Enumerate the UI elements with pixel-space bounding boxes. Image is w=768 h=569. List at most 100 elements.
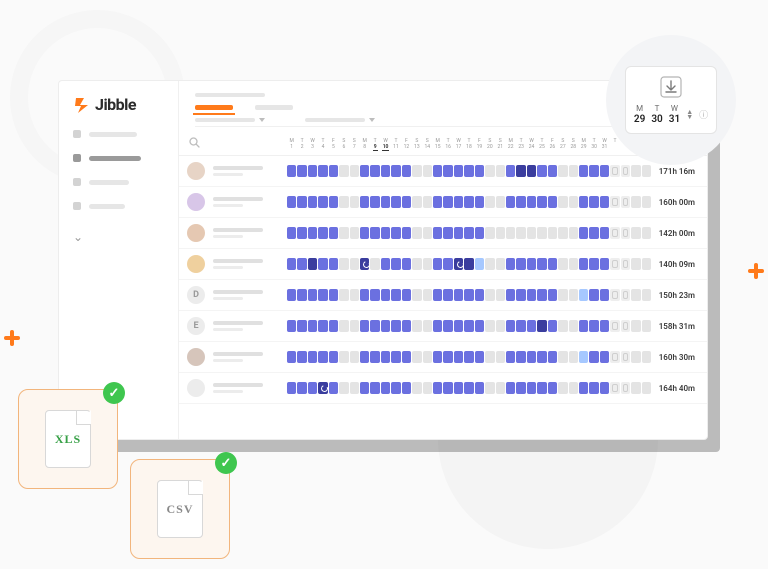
day-cell[interactable] bbox=[370, 382, 379, 394]
day-cell[interactable] bbox=[516, 320, 525, 332]
day-cell[interactable] bbox=[475, 196, 484, 208]
day-cell[interactable] bbox=[391, 258, 400, 270]
day-cell[interactable] bbox=[287, 165, 296, 177]
day-cell[interactable] bbox=[548, 351, 557, 363]
day-cell[interactable] bbox=[589, 258, 598, 270]
search-icon[interactable] bbox=[179, 137, 200, 151]
day-cell[interactable] bbox=[308, 320, 317, 332]
day-cell[interactable] bbox=[297, 351, 306, 363]
timesheet-row[interactable]: 160h 00m bbox=[179, 187, 707, 218]
day-cell[interactable] bbox=[412, 320, 421, 332]
day-cell[interactable] bbox=[475, 258, 484, 270]
day-cell[interactable] bbox=[297, 196, 306, 208]
avatar[interactable] bbox=[187, 224, 205, 242]
avatar[interactable]: D bbox=[187, 286, 205, 304]
day-cell[interactable] bbox=[621, 351, 630, 363]
day-cell[interactable] bbox=[329, 382, 338, 394]
day-cell[interactable] bbox=[569, 165, 578, 177]
day-cell[interactable] bbox=[631, 258, 640, 270]
day-cell[interactable] bbox=[600, 351, 609, 363]
day-cell[interactable] bbox=[600, 165, 609, 177]
timesheet-row[interactable]: 164h 40m bbox=[179, 373, 707, 404]
day-cell[interactable] bbox=[381, 320, 390, 332]
day-cell[interactable] bbox=[370, 289, 379, 301]
day-header[interactable]: F5 bbox=[329, 139, 338, 151]
day-cell[interactable] bbox=[287, 351, 296, 363]
day-cell[interactable] bbox=[423, 227, 432, 239]
day-header[interactable]: T11 bbox=[391, 139, 400, 151]
day-cell[interactable] bbox=[579, 351, 588, 363]
day-cell[interactable] bbox=[527, 258, 536, 270]
day-cell[interactable] bbox=[412, 258, 421, 270]
day-cell[interactable] bbox=[297, 227, 306, 239]
day-cell[interactable] bbox=[402, 382, 411, 394]
day-cell[interactable] bbox=[370, 258, 379, 270]
day-cell[interactable] bbox=[569, 196, 578, 208]
day-cell[interactable] bbox=[631, 320, 640, 332]
day-cell[interactable] bbox=[339, 165, 348, 177]
day-cell[interactable] bbox=[579, 289, 588, 301]
day-cell[interactable] bbox=[454, 289, 463, 301]
day-cell[interactable] bbox=[496, 289, 505, 301]
day-cell[interactable] bbox=[297, 320, 306, 332]
day-cell[interactable] bbox=[454, 165, 463, 177]
day-cell[interactable] bbox=[631, 165, 640, 177]
day-cell[interactable] bbox=[475, 289, 484, 301]
day-cell[interactable] bbox=[527, 196, 536, 208]
day-cell[interactable] bbox=[475, 165, 484, 177]
day-cell[interactable] bbox=[360, 382, 369, 394]
day-cell[interactable] bbox=[496, 227, 505, 239]
day-header[interactable]: F26 bbox=[548, 139, 557, 151]
sort-icon[interactable]: ▲▼ bbox=[686, 108, 693, 121]
tab-2[interactable] bbox=[255, 105, 293, 110]
day-cell[interactable] bbox=[642, 227, 651, 239]
day-cell[interactable] bbox=[496, 351, 505, 363]
day-cell[interactable] bbox=[329, 258, 338, 270]
day-cell[interactable] bbox=[402, 351, 411, 363]
day-cell[interactable] bbox=[360, 351, 369, 363]
day-cell[interactable] bbox=[381, 382, 390, 394]
day-cell[interactable] bbox=[308, 351, 317, 363]
day-cell[interactable] bbox=[329, 165, 338, 177]
day-cell[interactable] bbox=[558, 351, 567, 363]
day-cell[interactable] bbox=[443, 258, 452, 270]
day-cell[interactable] bbox=[329, 289, 338, 301]
day-cell[interactable] bbox=[527, 165, 536, 177]
day-header[interactable]: M8 bbox=[360, 139, 369, 151]
day-cell[interactable] bbox=[360, 258, 369, 270]
day-cell[interactable] bbox=[558, 165, 567, 177]
day-cell[interactable] bbox=[485, 320, 494, 332]
day-cell[interactable] bbox=[423, 258, 432, 270]
day-cell[interactable] bbox=[621, 165, 630, 177]
day-header[interactable]: S6 bbox=[339, 139, 348, 151]
day-cell[interactable] bbox=[350, 382, 359, 394]
day-header[interactable]: M15 bbox=[433, 139, 442, 151]
day-cell[interactable] bbox=[631, 351, 640, 363]
day-cell[interactable] bbox=[308, 382, 317, 394]
day-cell[interactable] bbox=[485, 289, 494, 301]
brand-logo[interactable]: Jibble bbox=[73, 95, 164, 114]
day-cell[interactable] bbox=[579, 227, 588, 239]
day-cell[interactable] bbox=[600, 258, 609, 270]
avatar[interactable] bbox=[187, 162, 205, 180]
day-cell[interactable] bbox=[464, 165, 473, 177]
day-cell[interactable] bbox=[610, 258, 619, 270]
day-cell[interactable] bbox=[381, 227, 390, 239]
day-cell[interactable] bbox=[621, 196, 630, 208]
day-cell[interactable] bbox=[370, 320, 379, 332]
day-cell[interactable] bbox=[423, 382, 432, 394]
day-header[interactable]: T18 bbox=[464, 139, 473, 151]
info-icon[interactable]: ⓘ bbox=[699, 108, 708, 121]
day-cell[interactable] bbox=[443, 289, 452, 301]
day-cell[interactable] bbox=[391, 289, 400, 301]
day-cell[interactable] bbox=[339, 382, 348, 394]
day-cell[interactable] bbox=[423, 320, 432, 332]
day-cell[interactable] bbox=[402, 165, 411, 177]
day-cell[interactable] bbox=[287, 258, 296, 270]
day-cell[interactable] bbox=[412, 382, 421, 394]
day-cell[interactable] bbox=[558, 320, 567, 332]
day-header[interactable]: W10 bbox=[381, 139, 390, 151]
day-cell[interactable] bbox=[329, 227, 338, 239]
day-cell[interactable] bbox=[527, 351, 536, 363]
timesheet-row[interactable]: 140h 09m bbox=[179, 249, 707, 280]
